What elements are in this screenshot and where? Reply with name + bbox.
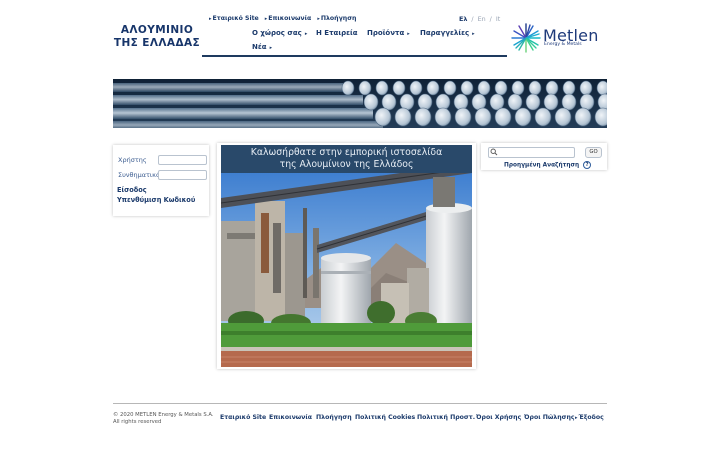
nav-divider bbox=[202, 55, 507, 57]
brand-line-1: ΑΛΟΥΜΙΝΙΟ bbox=[120, 24, 194, 36]
copyright-text: © 2020 METLEN Energy & Metals S.A. bbox=[113, 412, 214, 418]
menu-orders[interactable]: Παραγγελίες ▸ bbox=[420, 29, 475, 37]
menu-products[interactable]: Προϊόντα ▸ bbox=[367, 29, 410, 37]
menu-label: Η Εταιρεία bbox=[316, 29, 358, 37]
metlen-logo[interactable] bbox=[510, 22, 542, 58]
brand-line-2: ΤΗΣ ΕΛΛΑΔΑΣ bbox=[113, 37, 201, 49]
menu-news[interactable]: Νέα ▸ bbox=[252, 43, 272, 51]
search-icon bbox=[490, 148, 498, 156]
lang-separator: / bbox=[489, 15, 492, 23]
menu-label: Παραγγελίες bbox=[420, 29, 470, 37]
chevron-right-icon: ▸ bbox=[269, 45, 273, 51]
footer-link-terms[interactable]: Όροι Χρήσης bbox=[476, 414, 521, 421]
help-icon[interactable]: ? bbox=[583, 161, 592, 169]
footer-link-sales[interactable]: Όροι Πώλησης bbox=[524, 414, 575, 421]
username-input[interactable] bbox=[158, 155, 207, 165]
footer-link-cookies[interactable]: Πολιτική Cookies bbox=[355, 414, 415, 421]
rights-text: All rights reserved bbox=[113, 418, 162, 425]
footer-link-corporate[interactable]: Εταιρικό Site bbox=[220, 414, 266, 421]
site-brand[interactable]: ΑΛΟΥΜΙΝΙΟ ΤΗΣ ΕΛΛΑΔΑΣ bbox=[113, 24, 201, 50]
chevron-right-icon: ▸ bbox=[472, 31, 475, 37]
menu-label: Ο χώρος σας bbox=[252, 29, 302, 37]
search-go-button[interactable]: GO bbox=[585, 147, 602, 158]
welcome-line-1: Καλωσήρθατε στην εμπορική ιστοσελίδα bbox=[250, 147, 443, 158]
language-switcher: Ελ / En / It bbox=[459, 15, 500, 23]
menu-label: Προϊόντα bbox=[367, 29, 405, 37]
top-link-corporate[interactable]: Εταιρικό Site bbox=[209, 15, 259, 22]
starburst-icon bbox=[511, 23, 541, 53]
advanced-search: Προηγμένη Αναζήτηση? bbox=[504, 161, 592, 169]
welcome-line-2: της Αλουμίνιον της Ελλάδος bbox=[279, 159, 414, 170]
menu-your-space[interactable]: Ο χώρος σας ▸ bbox=[252, 29, 307, 37]
password-reminder-link[interactable]: Υπενθύμιση Κωδικού bbox=[117, 196, 195, 204]
footer-link-navigation[interactable]: Πλοήγηση bbox=[316, 414, 352, 421]
advanced-search-link[interactable]: Προηγμένη Αναζήτηση bbox=[504, 163, 579, 169]
lang-separator: / bbox=[471, 15, 474, 23]
logout-label: Έξοδος bbox=[578, 414, 604, 421]
footer-link-logout[interactable]: ▸Έξοδος bbox=[575, 414, 604, 421]
password-input[interactable] bbox=[158, 170, 207, 180]
chevron-right-icon: ▸ bbox=[407, 31, 410, 37]
login-link[interactable]: Είσοδος bbox=[117, 186, 147, 194]
password-label: Συνθηματικό bbox=[118, 171, 160, 179]
lang-it[interactable]: It bbox=[496, 15, 500, 23]
footer-divider bbox=[113, 403, 607, 404]
footer-link-privacy[interactable]: Πολιτική Προστ. bbox=[417, 414, 475, 421]
lang-en[interactable]: En bbox=[478, 15, 486, 23]
logo-tagline: Energy & Metals bbox=[544, 42, 582, 47]
welcome-heading: Καλωσήρθατε στην εμπορική ιστοσελίδα της… bbox=[221, 145, 472, 173]
top-link-contact[interactable]: Επικοινωνία bbox=[265, 15, 312, 22]
footer-copyright: © 2020 METLEN Energy & Metals S.A. All r… bbox=[113, 412, 214, 425]
menu-label: Νέα bbox=[252, 43, 267, 51]
username-label: Χρήστης bbox=[118, 156, 147, 164]
search-input[interactable] bbox=[488, 147, 575, 158]
header-banner-image bbox=[113, 79, 607, 128]
chevron-right-icon: ▸ bbox=[304, 31, 308, 37]
top-link-navigation[interactable]: Πλοήγηση bbox=[317, 15, 356, 22]
chevron-right-icon: ▸ bbox=[575, 415, 578, 421]
menu-company[interactable]: Η Εταιρεία bbox=[316, 29, 358, 37]
lang-el[interactable]: Ελ bbox=[459, 15, 467, 23]
top-links: Εταιρικό Site Επικοινωνία Πλοήγηση bbox=[209, 15, 362, 22]
plant-photo bbox=[221, 173, 472, 367]
footer-link-contact[interactable]: Επικοινωνία bbox=[269, 414, 312, 421]
